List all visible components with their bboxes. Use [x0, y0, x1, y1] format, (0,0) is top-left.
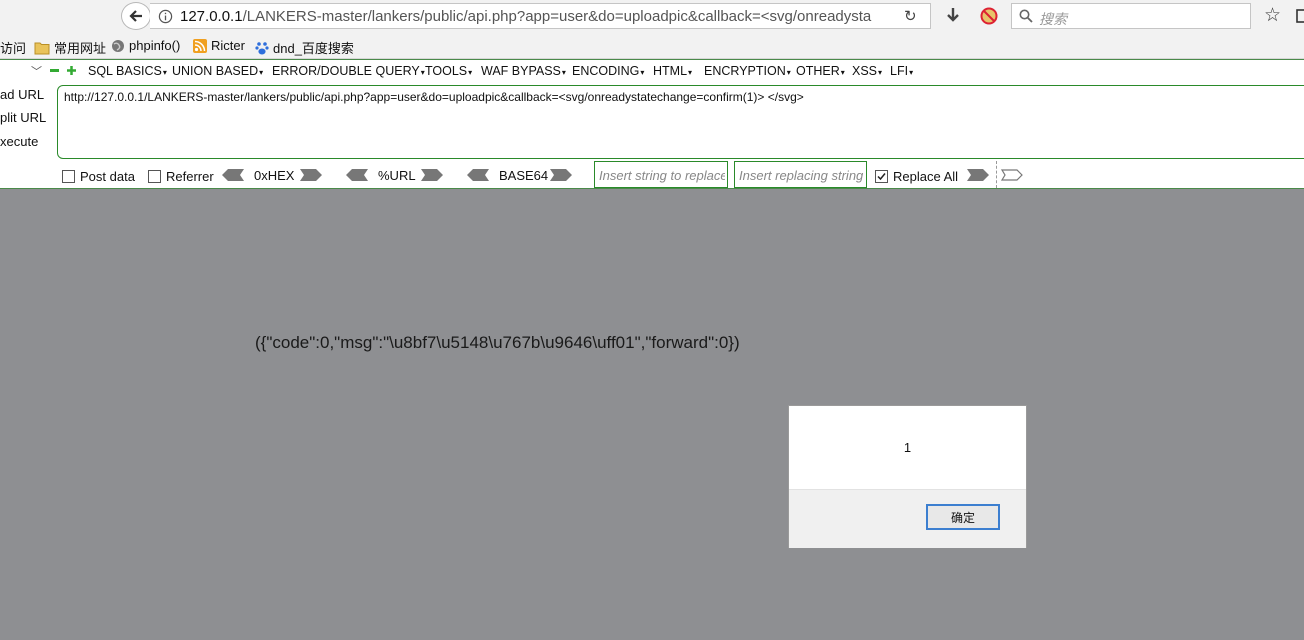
- menu-other[interactable]: OTHER: [796, 64, 845, 78]
- bookmark-folder[interactable]: 常用网址: [34, 38, 106, 57]
- referrer-label: Referrer: [166, 169, 214, 184]
- base64-label: BASE64: [499, 168, 549, 183]
- plus-icon[interactable]: [67, 66, 76, 75]
- back-arrow-icon: [129, 10, 142, 22]
- checkbox-box[interactable]: [62, 170, 75, 183]
- post-data-checkbox[interactable]: Post data: [62, 169, 135, 184]
- right-arrow-icon[interactable]: [421, 169, 443, 181]
- checkbox-box[interactable]: [875, 170, 888, 183]
- menu-xss[interactable]: XSS: [852, 64, 882, 78]
- dialog-footer: 确定: [789, 489, 1026, 548]
- bookmark-item[interactable]: dnd_百度搜索: [255, 38, 354, 57]
- confirm-dialog: 1 确定: [788, 405, 1027, 548]
- search-icon: [1019, 9, 1033, 23]
- bookmark-star-icon[interactable]: ☆: [1264, 4, 1281, 27]
- bookmarks-toolbar: 访问 常用网址 phpinfo() Ricter dnd_百度搜索: [0, 33, 1304, 59]
- menu-html[interactable]: HTML: [653, 64, 692, 78]
- chevron-down-icon[interactable]: ﹀: [31, 63, 42, 79]
- left-arrow-icon[interactable]: [222, 169, 244, 181]
- bookmark-label: Ricter: [211, 38, 245, 53]
- address-bar[interactable]: 127.0.0.1/LANKERS-master/lankers/public/…: [150, 3, 931, 29]
- reload-icon[interactable]: ↻: [904, 7, 917, 25]
- replacing-string-input[interactable]: Insert replacing string: [734, 161, 867, 188]
- rss-icon: [193, 38, 207, 53]
- url-encode-label: %URL: [378, 168, 416, 183]
- minus-icon[interactable]: [50, 69, 59, 72]
- back-button[interactable]: [121, 2, 151, 30]
- left-arrow-icon[interactable]: [467, 169, 489, 181]
- right-arrow-icon[interactable]: [967, 169, 989, 181]
- baidu-paw-icon: [255, 41, 269, 54]
- dialog-message: 1: [903, 440, 912, 455]
- load-url-button[interactable]: ad URL: [0, 87, 44, 102]
- response-text: ({"code":0,"msg":"\u8bf7\u5148\u767b\u96…: [255, 333, 740, 352]
- url-textarea[interactable]: http://127.0.0.1/LANKERS-master/lankers/…: [57, 85, 1304, 159]
- referrer-checkbox[interactable]: Referrer: [148, 169, 214, 184]
- replacing-string-placeholder: Insert replacing string: [739, 168, 864, 183]
- search-placeholder: 搜索: [1039, 11, 1067, 27]
- menu-encoding[interactable]: ENCODING: [572, 64, 644, 78]
- bookmark-label: phpinfo(): [129, 38, 181, 53]
- checkmark-icon: [877, 173, 886, 181]
- bookmark-label: 访问: [0, 41, 27, 56]
- bookmark-item[interactable]: Ricter: [193, 38, 245, 53]
- post-data-label: Post data: [80, 169, 135, 184]
- menu-lfi[interactable]: LFI: [890, 64, 913, 78]
- split-url-button[interactable]: plit URL: [0, 110, 46, 125]
- hex-label: 0xHEX: [254, 168, 295, 183]
- globe-icon: [112, 39, 124, 52]
- execute-button[interactable]: xecute: [0, 134, 38, 149]
- right-arrow-icon[interactable]: [550, 169, 572, 181]
- menu-sql-basics[interactable]: SQL BASICS: [88, 64, 167, 78]
- block-icon[interactable]: [980, 7, 998, 25]
- menu-encryption[interactable]: ENCRYPTION: [704, 64, 791, 78]
- menu-waf-bypass[interactable]: WAF BYPASS: [481, 64, 566, 78]
- replace-all-label: Replace All: [893, 169, 959, 184]
- right-arrow-outline-icon[interactable]: [1001, 169, 1023, 181]
- replace-string-placeholder: Insert string to replace: [599, 168, 725, 183]
- info-icon[interactable]: [158, 9, 173, 24]
- right-arrow-icon[interactable]: [300, 169, 322, 181]
- url-text[interactable]: 127.0.0.1/LANKERS-master/lankers/public/…: [180, 8, 878, 25]
- bookmark-item[interactable]: 访问: [0, 38, 26, 57]
- left-arrow-icon[interactable]: [346, 169, 368, 181]
- divider: [996, 161, 997, 188]
- search-box[interactable]: 搜索: [1011, 3, 1251, 29]
- replace-all-checkbox[interactable]: Replace All: [875, 169, 958, 184]
- menu-tools[interactable]: TOOLS: [425, 64, 472, 78]
- menu-union-based[interactable]: UNION BASED: [172, 64, 263, 78]
- library-icon[interactable]: [1296, 8, 1304, 24]
- url-path: /LANKERS-master/lankers/public/api.php?a…: [242, 8, 872, 25]
- url-textarea-value: http://127.0.0.1/LANKERS-master/lankers/…: [64, 90, 804, 104]
- bookmark-label: 常用网址: [54, 41, 107, 56]
- bookmark-label: dnd_百度搜索: [273, 41, 354, 56]
- bookmark-item[interactable]: phpinfo(): [111, 38, 180, 53]
- folder-icon: [34, 42, 50, 54]
- checkbox-box[interactable]: [148, 170, 161, 183]
- navigation-bar: 127.0.0.1/LANKERS-master/lankers/public/…: [0, 0, 1304, 33]
- url-host: 127.0.0.1: [180, 8, 243, 25]
- menu-error-double-query[interactable]: ERROR/DOUBLE QUERY: [272, 64, 425, 78]
- ok-button[interactable]: 确定: [926, 504, 1000, 530]
- replace-string-input[interactable]: Insert string to replace: [594, 161, 728, 188]
- hackbar-panel: ﹀ SQL BASICS UNION BASED ERROR/DOUBLE QU…: [0, 59, 1304, 189]
- download-icon[interactable]: [945, 7, 961, 25]
